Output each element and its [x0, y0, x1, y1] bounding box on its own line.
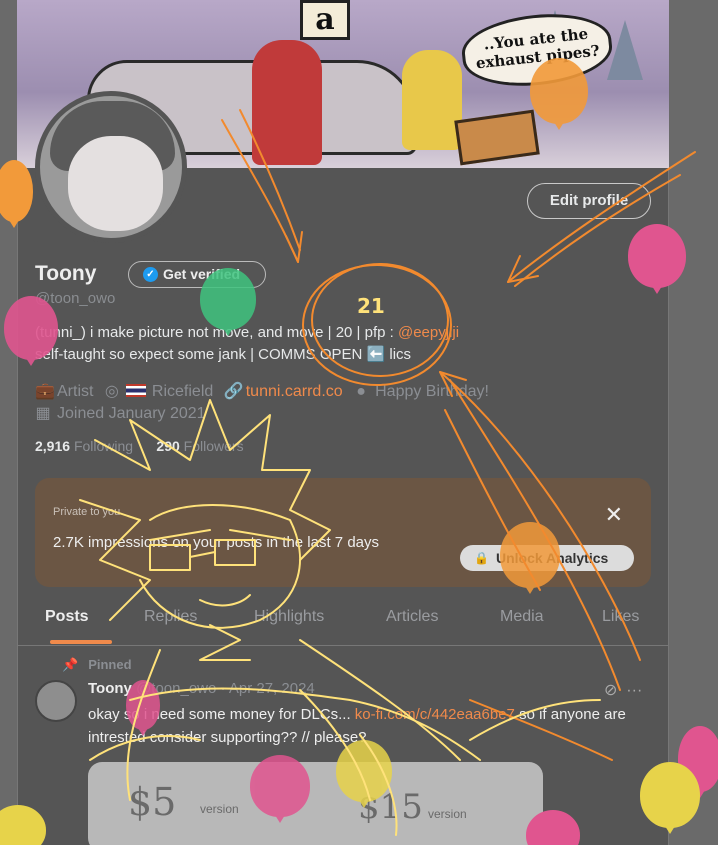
- doodle-overlay: 21: [79, 109, 696, 836]
- scribble-number: 21: [357, 294, 385, 318]
- orange-arrow-doodles: [221, 109, 696, 761]
- yellow-sketch-doodle: [79, 399, 601, 836]
